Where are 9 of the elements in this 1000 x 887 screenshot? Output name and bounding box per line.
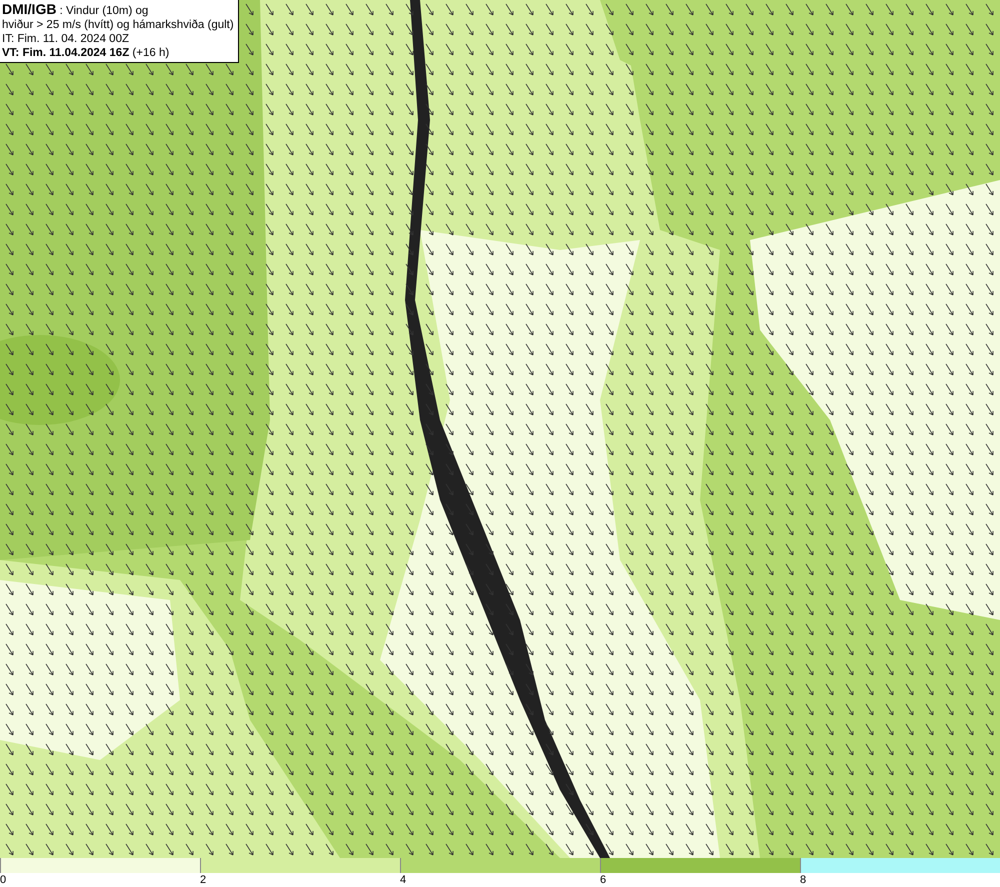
legend-tick-label: 8 (800, 873, 806, 887)
map-caption-line: hviður > 25 m/s (hvítt) og hámarkshviða (gult) (2, 18, 234, 32)
legend-tick-label: 0 (0, 873, 6, 887)
legend-tick-label: 6 (600, 873, 606, 887)
map-caption-line: IT: Fim. 11. 04. 2024 00Z (2, 32, 130, 46)
legend-tick-label: 2 (200, 873, 206, 887)
map-caption-line: DMI/IGB : Vindur (10m) og (2, 2, 150, 18)
map-caption-line: VT: Fim. 11.04.2024 16Z (+16 h) (2, 46, 170, 60)
legend-tick-label: 4 (400, 873, 406, 887)
